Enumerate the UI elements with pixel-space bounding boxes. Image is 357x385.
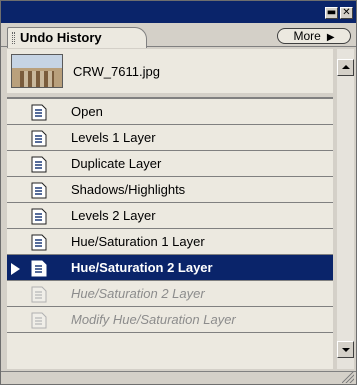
scroll-down-button[interactable] [337,341,354,358]
tab-grip-icon [12,32,15,44]
history-state-label: Duplicate Layer [71,156,162,171]
close-button[interactable]: ✕ [340,7,353,19]
document-state-icon [30,182,48,199]
history-state-row[interactable]: Hue/Saturation 2 Layer [7,255,333,281]
document-state-icon [30,208,48,225]
document-state-icon [30,234,48,251]
history-state-row[interactable]: Hue/Saturation 2 Layer [7,281,333,307]
snapshot-row[interactable]: CRW_7611.jpg [7,49,333,93]
history-state-label: Open [71,104,103,119]
history-state-row[interactable]: Modify Hue/Saturation Layer [7,307,333,333]
history-state-row[interactable]: Open [7,99,333,125]
history-state-label: Modify Hue/Saturation Layer [71,312,236,327]
history-list: Open Levels 1 Layer Duplicate Layer Shadows… [7,97,333,369]
history-state-label: Shadows/Highlights [71,182,186,197]
tab-label: Undo History [20,30,102,45]
history-state-row[interactable]: Shadows/Highlights [7,177,333,203]
history-state-label: Hue/Saturation 2 Layer [71,286,205,301]
document-state-icon [30,260,48,277]
history-state-row[interactable]: Hue/Saturation 1 Layer [7,229,333,255]
history-state-row[interactable]: Levels 1 Layer [7,125,333,151]
history-state-marker-icon [11,263,20,275]
snapshot-thumbnail [11,54,63,88]
up-arrow-icon [342,65,350,69]
down-arrow-icon [342,348,350,352]
document-state-icon [30,156,48,173]
document-state-icon [30,312,48,329]
scroll-up-button[interactable] [337,59,354,76]
document-state-icon [30,130,48,147]
document-state-icon [30,104,48,121]
more-arrow-icon: ▶ [326,32,335,43]
more-button[interactable]: More ▶ [277,28,351,44]
tab-undo-history[interactable]: Undo History [7,27,147,48]
more-button-label: More [293,29,321,43]
history-state-label: Levels 1 Layer [71,130,156,145]
history-state-row[interactable]: Levels 2 Layer [7,203,333,229]
tab-row: Undo History More ▶ [1,23,356,48]
history-state-label: Hue/Saturation 1 Layer [71,234,205,249]
history-state-row[interactable]: Duplicate Layer [7,151,333,177]
document-state-icon [30,286,48,303]
vertical-scrollbar[interactable] [337,49,354,369]
minimize-button[interactable]: ▬ [325,7,338,19]
resize-grip-icon[interactable] [342,372,354,383]
snapshot-label: CRW_7611.jpg [73,63,160,79]
panel-title-bar[interactable]: ▬ ✕ [1,1,356,23]
panel-bottom-bar [1,371,356,384]
history-state-label: Hue/Saturation 2 Layer [71,260,213,275]
undo-history-panel: ▬ ✕ Undo History More ▶ CRW_7611.jpg Open… [0,0,357,385]
history-state-label: Levels 2 Layer [71,208,156,223]
